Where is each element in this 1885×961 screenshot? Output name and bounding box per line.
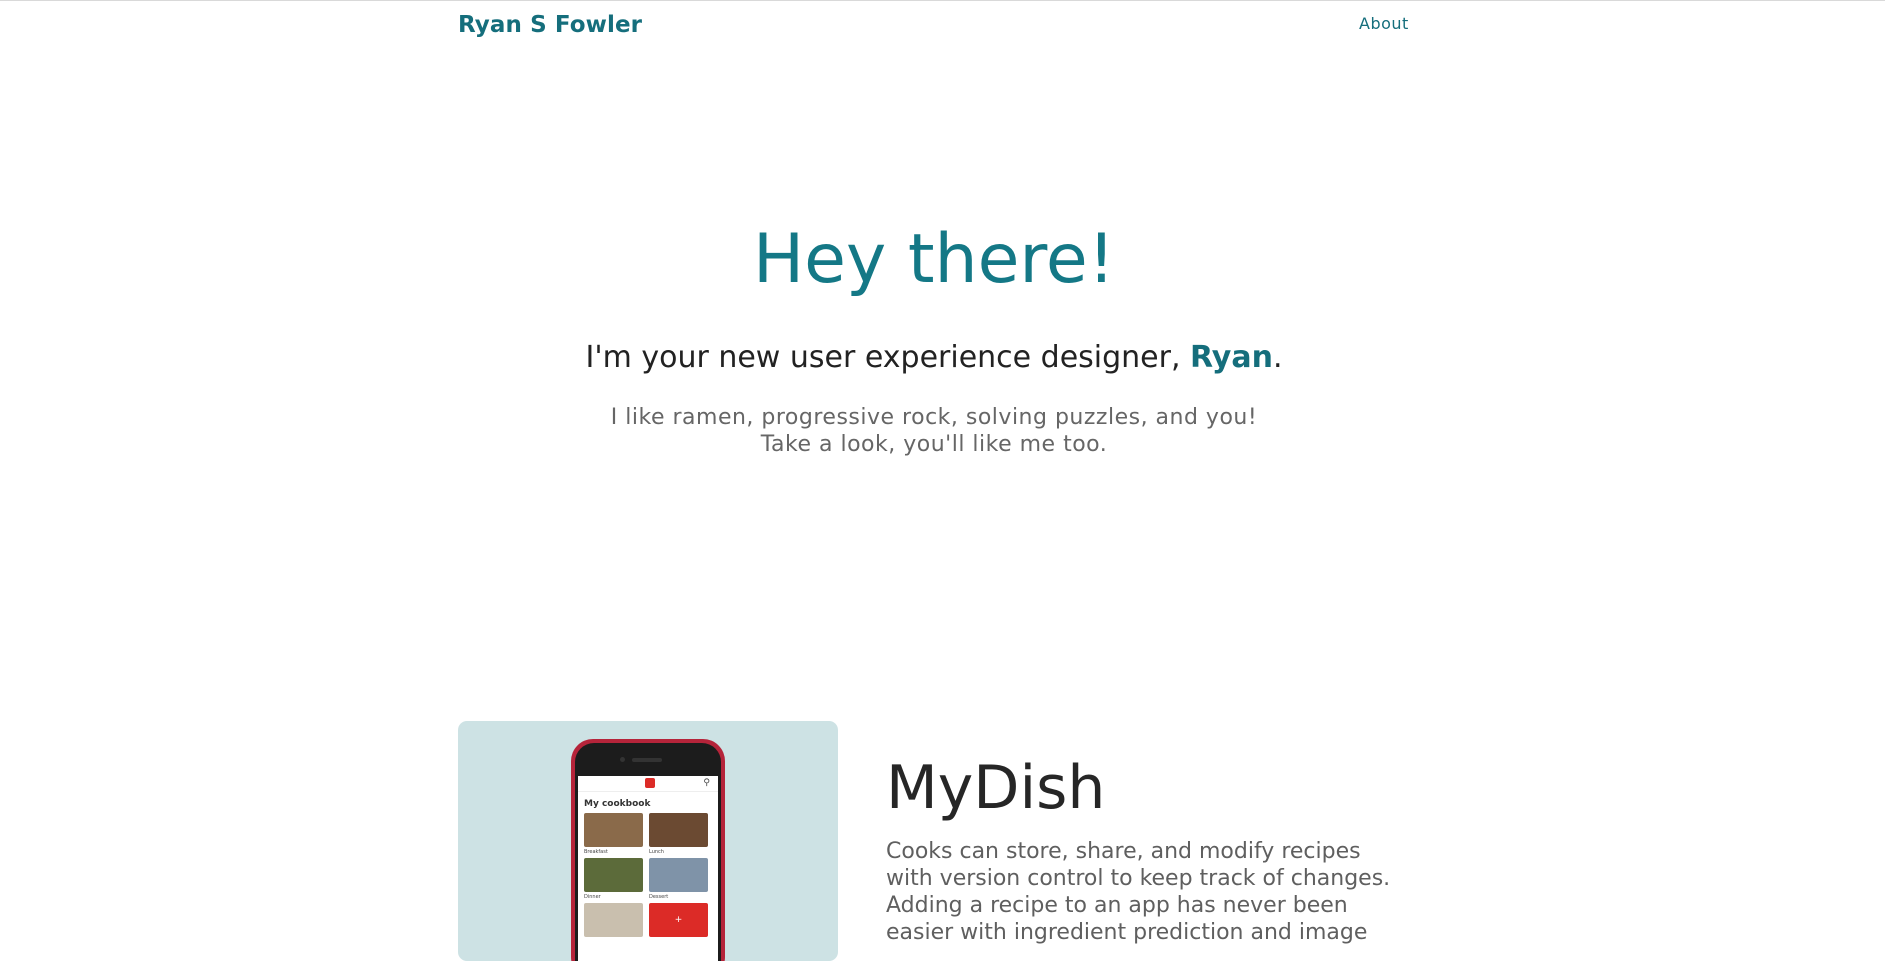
- project-card-mydish[interactable]: ⚲ My cookbook Breakfast Lunch Dinner Des…: [458, 721, 838, 961]
- project-title[interactable]: MyDish: [886, 750, 1105, 826]
- recipe-tile-dessert: [649, 858, 708, 892]
- app-header-divider: [578, 791, 718, 792]
- app-logo-icon: [645, 778, 655, 788]
- brand-logo-link[interactable]: Ryan S Fowler: [458, 12, 642, 38]
- project-description: Cooks can store, share, and modify recip…: [886, 839, 1391, 945]
- hero-subtitle-end: .: [1272, 340, 1283, 375]
- phone-screen: ⚲ My cookbook Breakfast Lunch Dinner Des…: [578, 776, 718, 961]
- recipe-tile-lunch: [649, 813, 708, 847]
- phone-body: ⚲ My cookbook Breakfast Lunch Dinner Des…: [575, 743, 721, 961]
- recipe-tile-label: Lunch: [649, 849, 664, 855]
- top-border: [0, 0, 1885, 1]
- recipe-tile-breakfast: [584, 813, 643, 847]
- hero-title: Hey there!: [753, 220, 1115, 299]
- hero-description-line-2: Take a look, you'll like me too.: [760, 432, 1108, 457]
- recipe-tile: [584, 903, 643, 937]
- phone-mockup: ⚲ My cookbook Breakfast Lunch Dinner Des…: [571, 739, 725, 961]
- phone-camera: [620, 757, 625, 762]
- recipe-tile-dinner: [584, 858, 643, 892]
- hero-description: I like ramen, progressive rock, solving …: [0, 404, 1868, 458]
- hero-subtitle-text: I'm your new user experience designer,: [585, 340, 1191, 375]
- recipe-tile-label: Breakfast: [584, 849, 608, 855]
- app-heading: My cookbook: [584, 799, 651, 809]
- search-icon: ⚲: [703, 778, 710, 788]
- add-recipe-tile: +: [649, 903, 708, 937]
- hero-subtitle-name: Ryan: [1190, 340, 1273, 375]
- recipe-tile-label: Dessert: [649, 894, 669, 900]
- hero-description-line-1: I like ramen, progressive rock, solving …: [610, 405, 1258, 430]
- hero-subtitle: I'm your new user experience designer, R…: [0, 338, 1868, 378]
- nav-link-about[interactable]: About: [1359, 14, 1409, 33]
- phone-speaker: [632, 758, 662, 762]
- recipe-tile-label: Dinner: [584, 894, 601, 900]
